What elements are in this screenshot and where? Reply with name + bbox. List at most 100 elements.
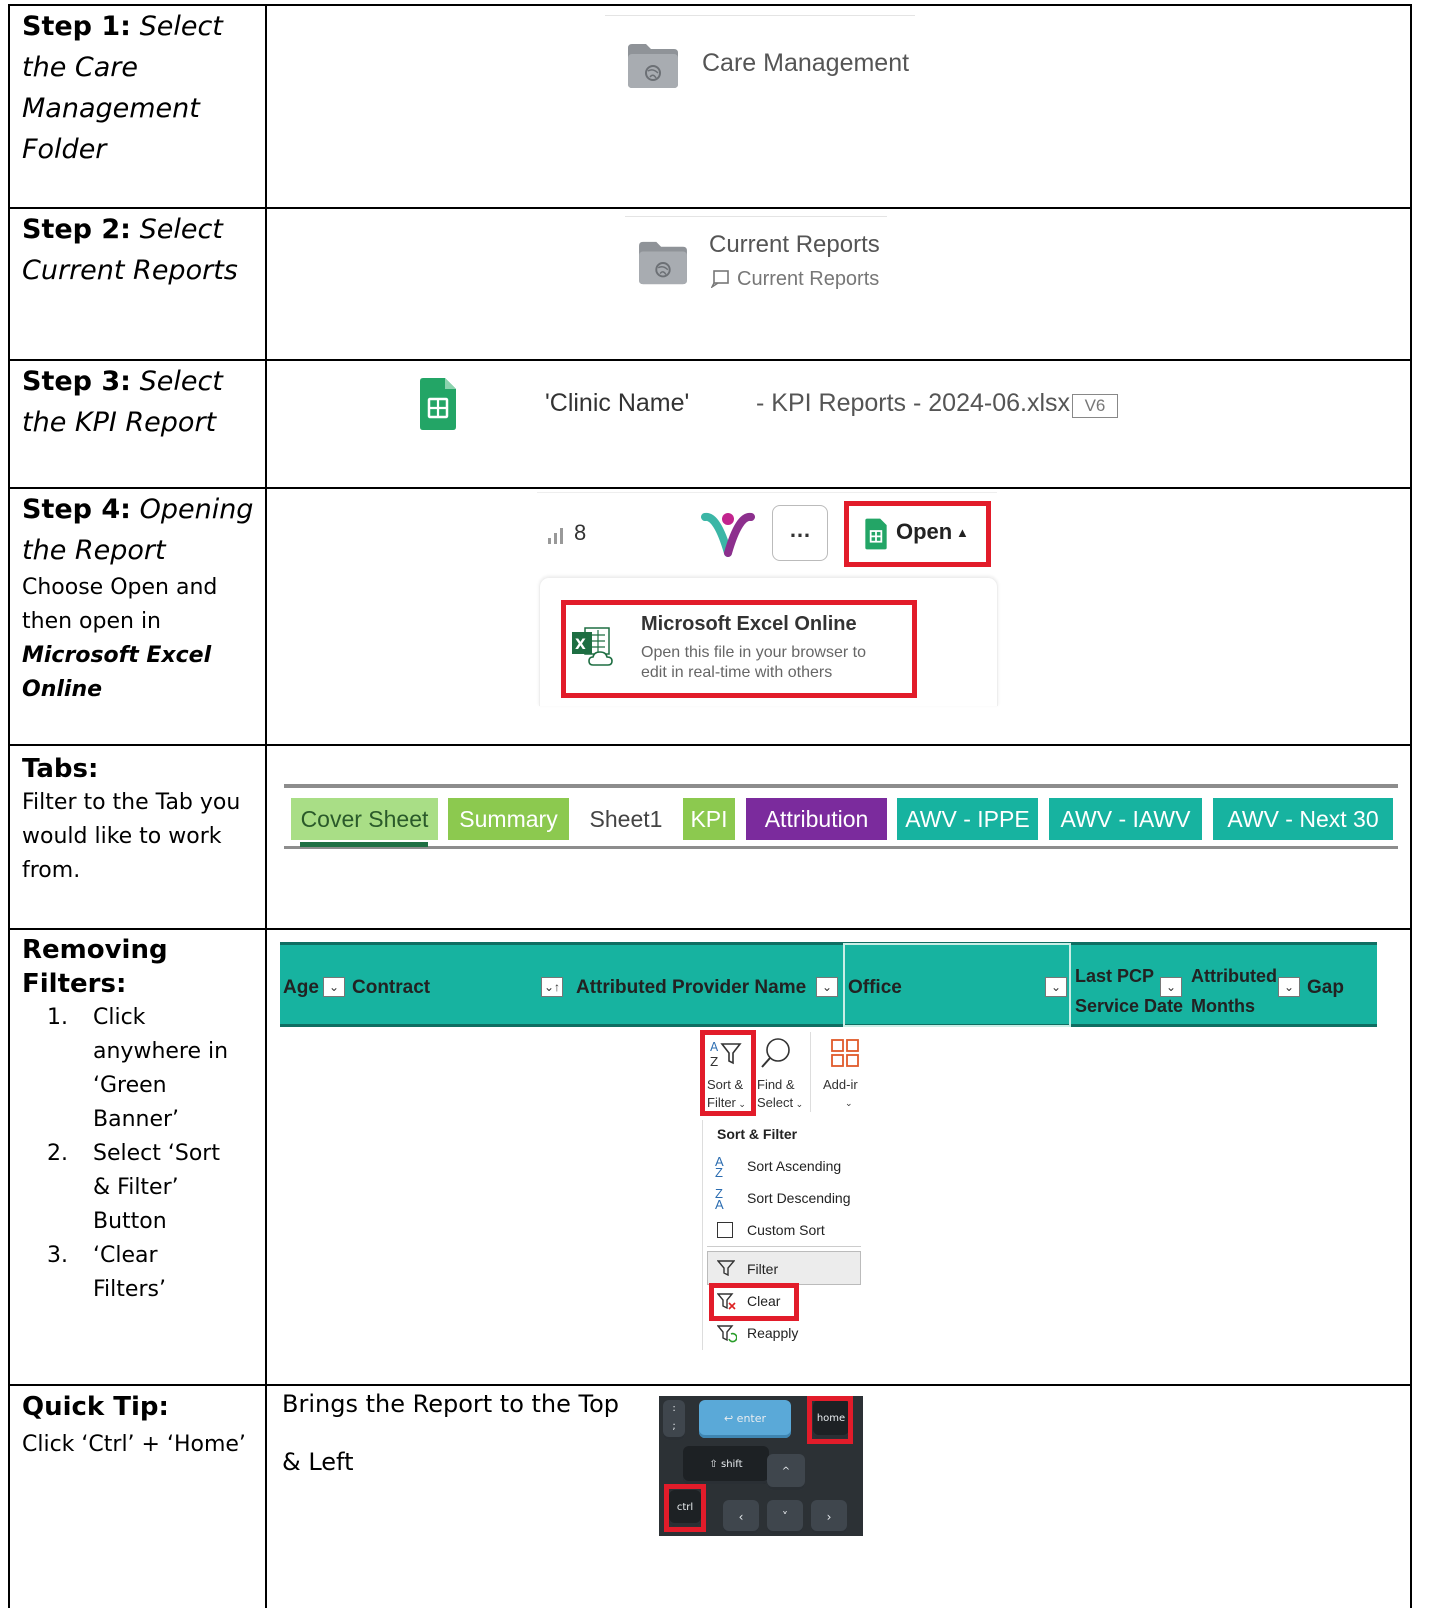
folder-icon: [626, 42, 680, 90]
step4-number: Step 4:: [22, 494, 131, 525]
tab-awv-ippe[interactable]: AWV - IPPE: [897, 798, 1038, 840]
chevron-down-icon: ⌄: [845, 1098, 853, 1108]
spreadsheet-file-icon: [864, 518, 888, 550]
care-management-folder[interactable]: Care Management: [702, 49, 909, 78]
tip-desc: Click ‘Ctrl’ + ‘Home’: [22, 1432, 246, 1457]
header-age[interactable]: Age: [283, 977, 319, 999]
filters-steps: 1. Click anywhere in ‘Green Banner’ 2. Select…: [0, 1001, 262, 1307]
find-select-button[interactable]: Find & Select ⌄: [757, 1076, 803, 1113]
ribbon-divider: [810, 1032, 811, 1112]
tip-label-cell: Quick Tip: Click ‘Ctrl’ + ‘Home’: [22, 1390, 257, 1462]
filter-dropdown-icon[interactable]: ⌄: [1045, 977, 1067, 997]
filters-step-1: 1. Click anywhere in ‘Green Banner’: [0, 1001, 262, 1137]
step-text: Button: [93, 1209, 167, 1234]
excel-online-icon: X: [571, 625, 617, 669]
tabs-desc1: Filter to the Tab you: [22, 790, 241, 815]
step-text: & Filter’: [93, 1175, 179, 1200]
filters-label-cell: Removing Filters: 1. Click anywhere in ‘Gre…: [22, 933, 262, 1307]
step2-number: Step 2:: [22, 214, 131, 245]
kpi-report-file[interactable]: - KPI Reports - 2024-06.xlsx: [756, 389, 1070, 418]
sort-ascending-icon: AZ: [715, 1154, 724, 1180]
step-number: 2.: [47, 1141, 68, 1166]
tabs-row: Cover Sheet Summary Sheet1 KPI Attributi…: [284, 798, 1398, 840]
menu-divider: [707, 1246, 861, 1247]
step-text: ‘Clear: [93, 1243, 158, 1268]
folder-icon: [637, 240, 689, 286]
excel-desc-line1: Open this file in your browser to: [641, 644, 866, 661]
divider: [625, 216, 887, 217]
excel-online-option[interactable]: Microsoft Excel Online: [641, 613, 857, 636]
add-ins-button[interactable]: Add-ir ⌄: [823, 1076, 858, 1112]
filters-label: Removing Filters:: [22, 935, 168, 999]
header-office[interactable]: Office: [848, 977, 902, 999]
filter-icon: [716, 1260, 736, 1277]
key-down: ˅: [767, 1500, 803, 1534]
step4-desc-line1: Choose Open and: [22, 575, 218, 600]
brand-logo-icon: [701, 509, 755, 559]
green-header-banner[interactable]: Age ⌄ Contract ⌄↑ Attributed Provider Na…: [280, 942, 1377, 1027]
header-gap[interactable]: Gap: [1307, 977, 1344, 999]
step3-label: Step 3: Select the KPI Report: [22, 361, 257, 443]
active-tab-indicator: [300, 842, 428, 847]
ribbon-label: Add-ir: [823, 1077, 858, 1092]
tip-label: Quick Tip:: [22, 1392, 169, 1422]
sorted-filter-icon[interactable]: ⌄↑: [541, 977, 563, 997]
clinic-name-placeholder[interactable]: 'Clinic Name': [545, 389, 689, 418]
folder-subtitle: Current Reports: [737, 268, 880, 290]
menu-sort-descending[interactable]: Sort Descending: [747, 1190, 851, 1206]
tip-text-line1: Brings the Report to the Top: [282, 1390, 620, 1418]
header-line: Months: [1191, 996, 1255, 1016]
tab-kpi[interactable]: KPI: [683, 798, 735, 840]
current-reports-folder[interactable]: Current Reports: [709, 231, 880, 259]
menu-reapply[interactable]: Reapply: [747, 1325, 798, 1341]
key-up: ^: [767, 1454, 805, 1490]
highlight-sort-filter: [700, 1030, 756, 1116]
step1-label: Step 1: Select the Care Management Folde…: [22, 6, 257, 170]
step2-label: Step 2: Select Current Reports: [22, 209, 257, 291]
key-semicolon: :;: [663, 1400, 685, 1440]
tip-text-line2: & Left: [282, 1448, 354, 1476]
step4-emph-line1: Microsoft Excel: [22, 643, 212, 668]
tab-awv-iawv[interactable]: AWV - IAWV: [1049, 798, 1202, 840]
key-enter: ↩ enter: [699, 1400, 791, 1438]
svg-text:X: X: [575, 637, 586, 653]
open-button[interactable]: Open: [896, 519, 952, 545]
chevron-down-icon: ⌄: [793, 1099, 804, 1109]
reapply-filter-icon: [716, 1325, 738, 1343]
key-shift: ⇧ shift: [683, 1446, 769, 1484]
sort-descending-icon: ZA: [715, 1186, 724, 1212]
header-attributed-months[interactable]: Attributed Months: [1191, 961, 1277, 1021]
key-left: ‹: [723, 1500, 759, 1534]
filter-dropdown-icon[interactable]: ⌄: [323, 977, 345, 997]
filter-dropdown-icon[interactable]: ⌄: [816, 977, 838, 997]
filter-dropdown-icon[interactable]: ⌄: [1278, 977, 1300, 997]
custom-sort-icon: [717, 1222, 733, 1238]
tab-cover-sheet[interactable]: Cover Sheet: [291, 798, 438, 840]
tab-awv-next-30[interactable]: AWV - Next 30: [1213, 798, 1393, 840]
step-text: Banner’: [93, 1107, 180, 1132]
filter-dropdown-icon[interactable]: ⌄: [1160, 977, 1182, 997]
more-options-button[interactable]: …: [772, 505, 828, 561]
menu-custom-sort[interactable]: Custom Sort: [747, 1222, 825, 1238]
step-number: 3.: [47, 1243, 68, 1268]
tabs-desc3: from.: [22, 858, 81, 883]
menu-filter[interactable]: Filter: [747, 1261, 778, 1277]
menu-title: Sort & Filter: [717, 1126, 798, 1142]
tabs-label: Tabs:: [22, 754, 99, 784]
filters-step-3: 3. ‘Clear Filters’: [0, 1239, 262, 1307]
header-attributed-provider-name[interactable]: Attributed Provider Name: [576, 977, 806, 999]
caret-up-icon: ▲: [956, 525, 969, 540]
tab-sheet1[interactable]: Sheet1: [581, 798, 671, 840]
step3-number: Step 3:: [22, 366, 131, 397]
header-contract[interactable]: Contract: [352, 977, 430, 999]
tab-summary[interactable]: Summary: [448, 798, 569, 840]
step-text: Select ‘Sort: [93, 1141, 220, 1166]
excel-desc-line2: edit in real-time with others: [641, 664, 833, 681]
tab-bar-top-border: [284, 784, 1398, 788]
filters-step-2: 2. Select ‘Sort & Filter’ Button: [0, 1137, 262, 1239]
menu-sort-ascending[interactable]: Sort Ascending: [747, 1158, 841, 1174]
tabs-desc2: would like to work: [22, 824, 222, 849]
highlight-home-key: [807, 1396, 853, 1444]
step-text: anywhere in: [93, 1039, 229, 1064]
tab-attribution[interactable]: Attribution: [746, 798, 887, 840]
